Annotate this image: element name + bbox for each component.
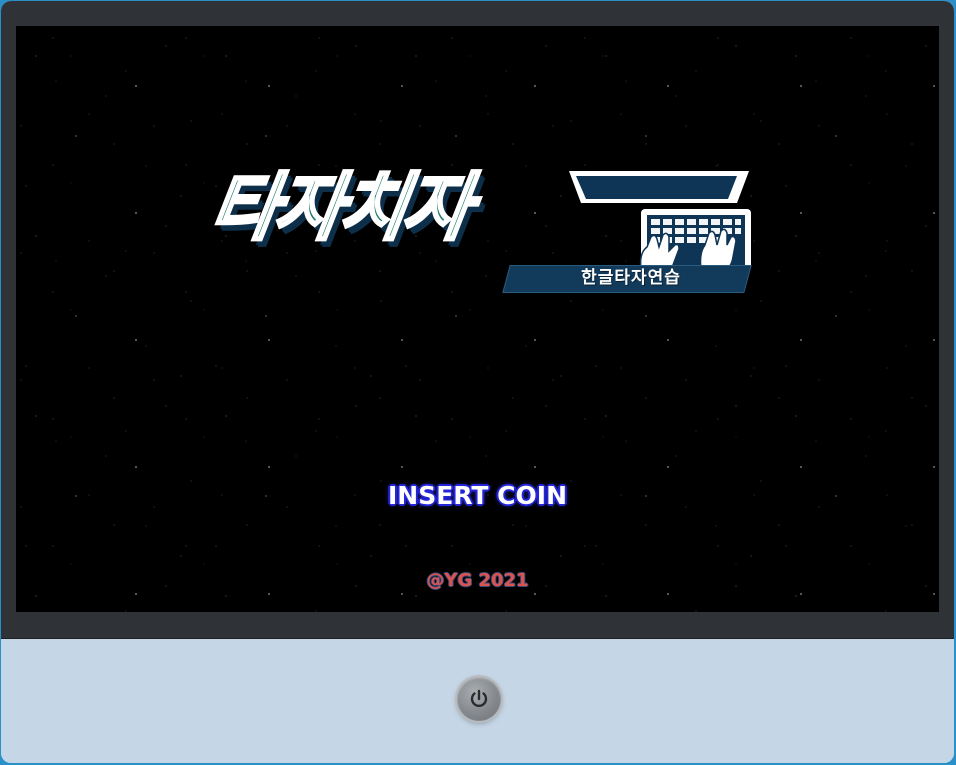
starfield-background-layer bbox=[16, 26, 939, 612]
power-button[interactable] bbox=[457, 677, 501, 721]
logo-title: 타자치자 bbox=[203, 164, 474, 253]
monitor-bezel: 타자치자 한글타자연습 INSERT COIN @YG 2021 bbox=[1, 1, 954, 639]
insert-coin-prompt[interactable]: INSERT COIN bbox=[16, 481, 939, 510]
logo-subtitle: 한글타자연습 bbox=[581, 268, 681, 288]
power-icon bbox=[470, 689, 488, 708]
arcade-device: 타자치자 한글타자연습 INSERT COIN @YG 2021 bbox=[1, 1, 954, 763]
game-screen[interactable]: 타자치자 한글타자연습 INSERT COIN @YG 2021 bbox=[16, 26, 939, 612]
game-logo: 타자치자 한글타자연습 bbox=[201, 141, 761, 301]
copyright-text: @YG 2021 bbox=[426, 570, 529, 591]
